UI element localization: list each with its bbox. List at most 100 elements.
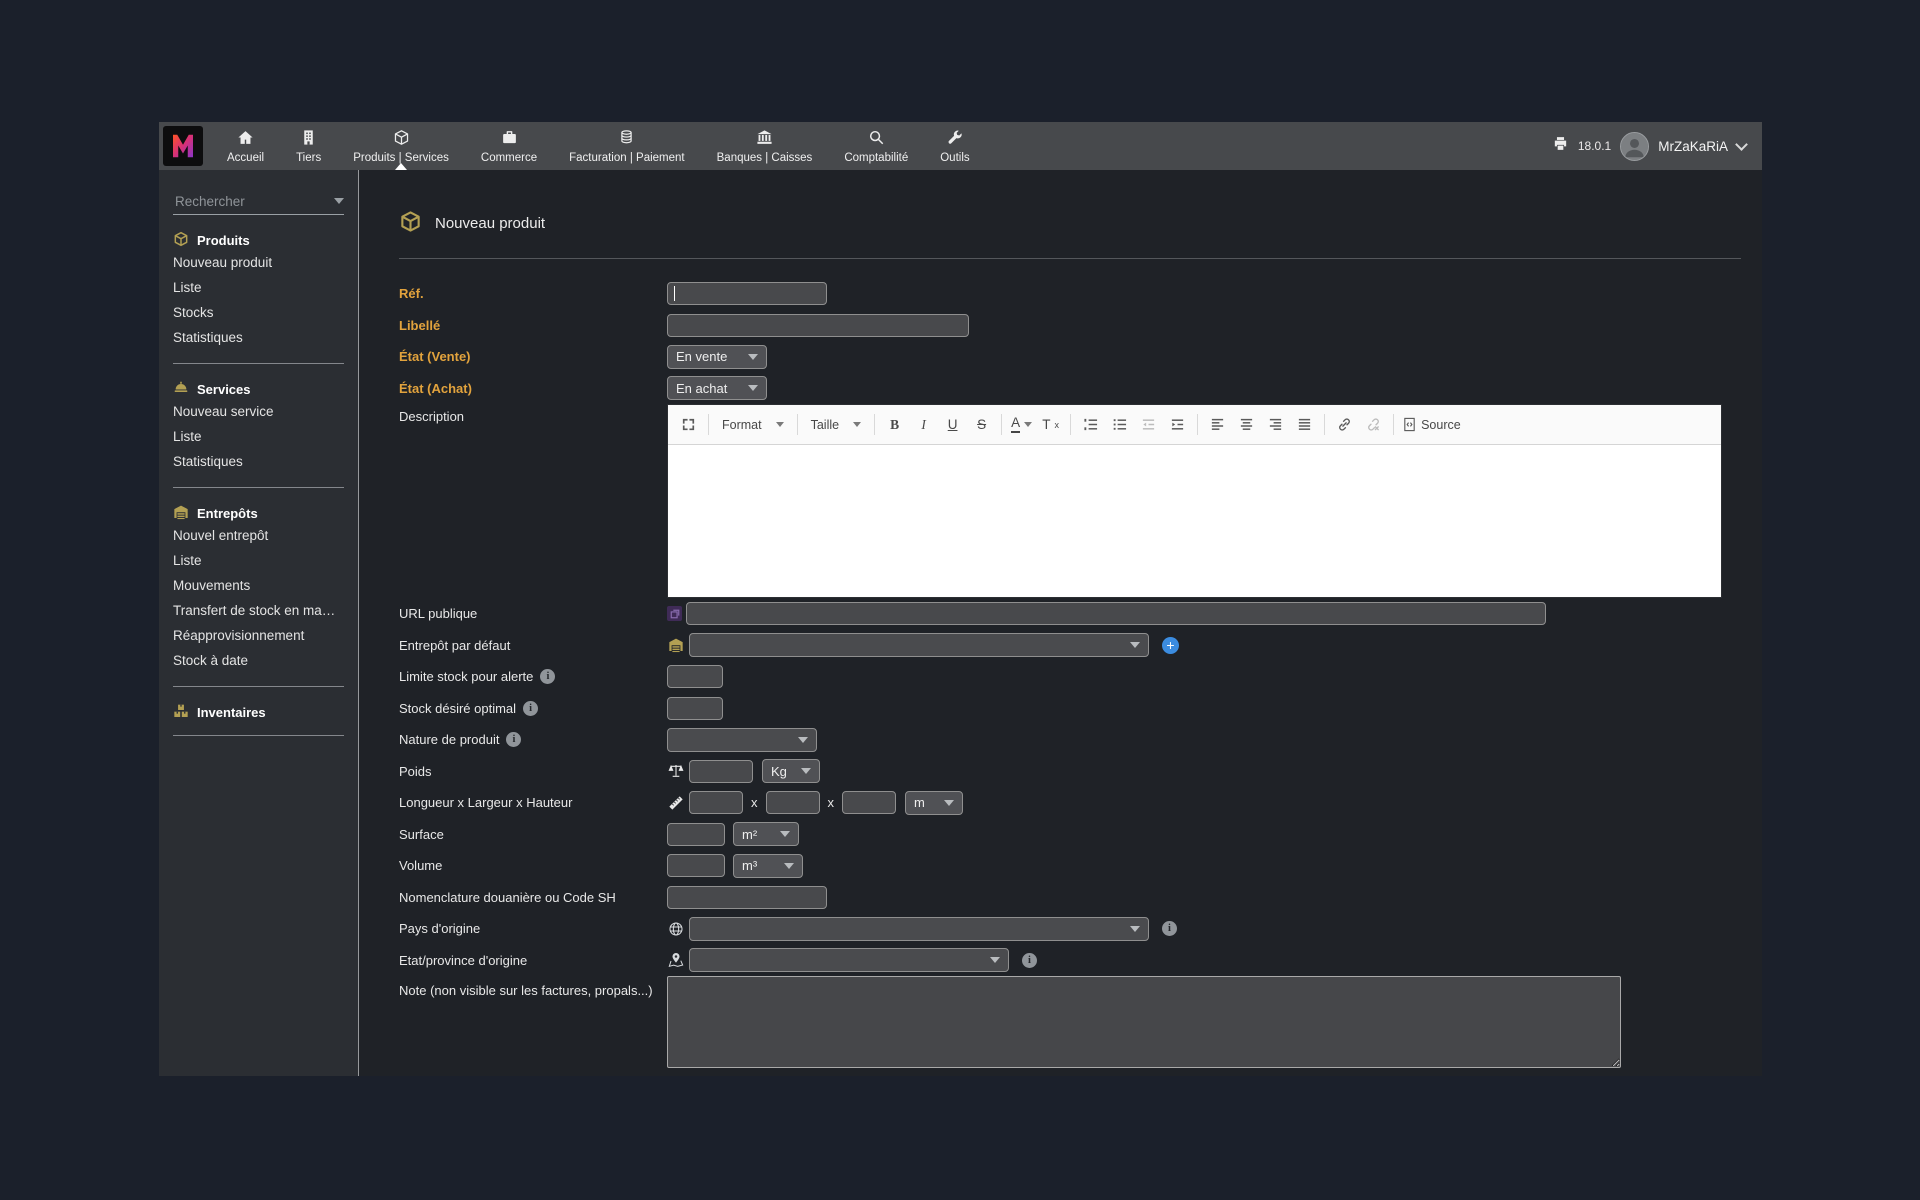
sidebar-section-entrepots[interactable]: Entrepôts	[159, 504, 358, 523]
toolbar-separator	[1197, 414, 1199, 435]
tab-outils[interactable]: Outils	[924, 122, 985, 170]
province-origine-select[interactable]	[689, 948, 1009, 973]
align-right-icon[interactable]	[1261, 413, 1290, 437]
unlink-icon[interactable]	[1359, 413, 1388, 437]
etat-achat-select[interactable]: En achat	[667, 376, 767, 401]
poids-input[interactable]	[689, 759, 753, 783]
sidebar-item-statistiques-services[interactable]: Statistiques	[159, 449, 358, 474]
pays-origine-select[interactable]	[689, 916, 1149, 941]
cube-icon	[399, 210, 422, 237]
search-dropdown-caret-icon[interactable]	[334, 198, 344, 204]
add-entrepot-button[interactable]: +	[1162, 636, 1179, 654]
source-button[interactable]: Source	[1399, 413, 1464, 437]
stock-desire-input[interactable]	[667, 696, 723, 720]
sidebar-section-produits[interactable]: Produits	[159, 231, 358, 250]
sidebar-item-stock-a-date[interactable]: Stock à date	[159, 648, 358, 673]
chevron-down-icon[interactable]	[1735, 137, 1748, 151]
info-icon[interactable]: i	[540, 669, 556, 685]
search-input[interactable]	[173, 192, 334, 210]
taille-dropdown[interactable]: Taille	[803, 413, 870, 437]
surface-input[interactable]	[667, 822, 725, 846]
etat-vente-select[interactable]: En vente	[667, 344, 767, 369]
poids-unit-select[interactable]: Kg	[762, 759, 820, 784]
largeur-input[interactable]	[765, 791, 820, 815]
info-icon[interactable]: i	[506, 732, 522, 748]
text-color-button[interactable]: A	[1007, 413, 1036, 437]
dolibarr-logo[interactable]	[163, 126, 203, 166]
username[interactable]: MrZaKaRiA	[1658, 139, 1728, 154]
print-icon[interactable]	[1552, 135, 1569, 157]
nomenclature-label: Nomenclature douanière ou Code SH	[399, 889, 616, 905]
sidebar-item-liste-produits[interactable]: Liste	[159, 275, 358, 300]
taille-dropdown-label: Taille	[810, 417, 840, 432]
tab-commerce[interactable]: Commerce	[465, 122, 553, 170]
indent-icon[interactable]	[1163, 413, 1192, 437]
remove-format-button[interactable]: Tx	[1036, 413, 1065, 437]
link-icon[interactable]	[1330, 413, 1359, 437]
hauteur-input[interactable]	[842, 791, 896, 815]
info-icon[interactable]: i	[523, 700, 539, 716]
volume-input[interactable]	[667, 854, 725, 878]
sidebar-section-inventaires[interactable]: Inventaires	[159, 703, 358, 722]
toolbar-separator	[1393, 414, 1395, 435]
select-caret-icon	[748, 353, 758, 360]
warehouse-icon	[173, 504, 189, 523]
justify-icon[interactable]	[1290, 413, 1319, 437]
toolbar-separator	[1070, 414, 1072, 435]
longueur-input[interactable]	[689, 791, 743, 815]
tab-banques-caisses[interactable]: Banques | Caisses	[701, 122, 829, 170]
bullet-list-icon[interactable]	[1105, 413, 1134, 437]
sidebar-item-stocks[interactable]: Stocks	[159, 300, 358, 325]
url-publique-input[interactable]	[686, 602, 1546, 626]
editor-content-area[interactable]	[668, 445, 1721, 597]
tab-tiers[interactable]: Tiers	[280, 122, 337, 170]
align-center-icon[interactable]	[1232, 413, 1261, 437]
entrepot-select[interactable]	[689, 633, 1149, 658]
libelle-input[interactable]	[667, 313, 969, 337]
nomenclature-input[interactable]	[667, 885, 827, 909]
note-textarea[interactable]	[667, 976, 1621, 1068]
info-icon[interactable]: i	[1022, 952, 1037, 968]
info-icon[interactable]: i	[1162, 921, 1177, 937]
bell-icon	[173, 380, 189, 399]
etat-achat-label: État (Achat)	[399, 380, 472, 396]
volume-unit-select[interactable]: m³	[733, 853, 803, 878]
sidebar-item-mouvements[interactable]: Mouvements	[159, 573, 358, 598]
tab-comptabilite[interactable]: Comptabilité	[828, 122, 924, 170]
sidebar-item-reapprovisionnement[interactable]: Réapprovisionnement	[159, 623, 358, 648]
user-avatar[interactable]	[1620, 131, 1650, 161]
sidebar-item-nouvel-entrepot[interactable]: Nouvel entrepôt	[159, 523, 358, 548]
dimension-unit-select[interactable]: m	[905, 790, 963, 815]
sidebar-item-liste-entrepots[interactable]: Liste	[159, 548, 358, 573]
sidebar-item-nouveau-service[interactable]: Nouveau service	[159, 399, 358, 424]
sidebar-section-services[interactable]: Services	[159, 380, 358, 399]
sidebar-item-statistiques-produits[interactable]: Statistiques	[159, 325, 358, 350]
tab-label: Outils	[940, 151, 970, 164]
sidebar-item-transfert-stock[interactable]: Transfert de stock en ma…	[159, 598, 358, 623]
align-left-icon[interactable]	[1203, 413, 1232, 437]
section-title: Entrepôts	[197, 506, 258, 521]
sidebar-item-liste-services[interactable]: Liste	[159, 424, 358, 449]
limite-stock-input[interactable]	[667, 665, 723, 689]
maximize-icon[interactable]	[674, 413, 703, 437]
surface-unit-select[interactable]: m²	[733, 822, 799, 847]
outdent-icon[interactable]	[1134, 413, 1163, 437]
underline-button[interactable]: U	[938, 413, 967, 437]
ref-input[interactable]	[667, 282, 827, 306]
pays-origine-label: Pays d'origine	[399, 921, 481, 937]
page-title: Nouveau produit	[399, 210, 1762, 237]
italic-button[interactable]: I	[909, 413, 938, 437]
tx-t: T	[1042, 417, 1051, 432]
row-pays-origine: Pays d'origine i	[399, 913, 1762, 945]
bold-button[interactable]: B	[880, 413, 909, 437]
sidebar-item-nouveau-produit[interactable]: Nouveau produit	[159, 250, 358, 275]
tab-produits-services[interactable]: Produits | Services	[337, 122, 465, 170]
cube-icon	[173, 231, 189, 250]
format-dropdown[interactable]: Format	[714, 413, 792, 437]
left-sidebar: Produits Nouveau produit Liste Stocks St…	[159, 170, 359, 1076]
tab-accueil[interactable]: Accueil	[211, 122, 280, 170]
tab-facturation-paiement[interactable]: Facturation | Paiement	[553, 122, 701, 170]
strikethrough-button[interactable]: S	[967, 413, 996, 437]
numbered-list-icon[interactable]	[1076, 413, 1105, 437]
nature-produit-select[interactable]	[667, 727, 817, 752]
